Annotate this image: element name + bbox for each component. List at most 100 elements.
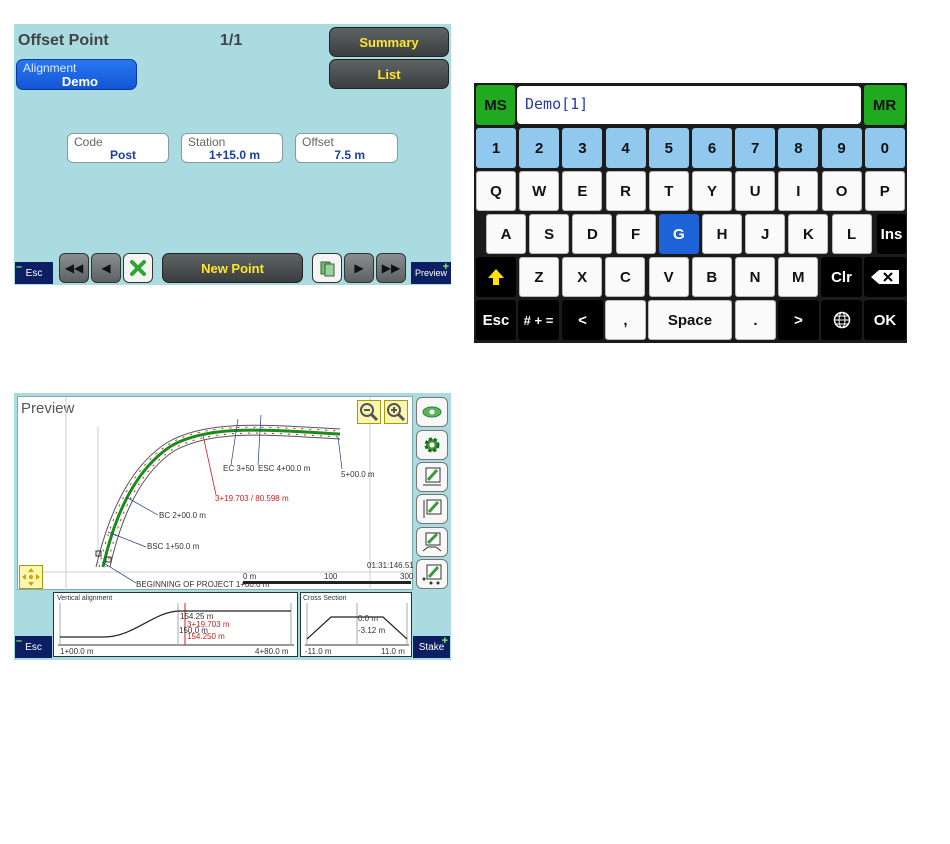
vertical-alignment-chart[interactable]: Vertical alignment 154.25 m 150.0 m 3+19… <box>53 592 298 657</box>
zoom-in-icon <box>387 403 406 422</box>
code-field[interactable]: Code Post <box>67 133 169 163</box>
cross-section-chart[interactable]: Cross Section 0.0 m -3.12 m -11.0 m 11.0… <box>300 592 412 657</box>
stake-button[interactable]: + Stake <box>413 636 450 658</box>
letter-key-w[interactable]: W <box>519 171 560 211</box>
language-key[interactable] <box>821 300 862 340</box>
number-key-6[interactable]: 6 <box>692 128 732 168</box>
alignment-map[interactable]: Preview EC 3+50 ESC 4+00.0 m 5+00.0 m 3+… <box>17 396 414 591</box>
edit-points-button[interactable] <box>416 559 448 589</box>
letter-key-y[interactable]: Y <box>692 171 732 211</box>
letter-key-s[interactable]: S <box>529 214 570 254</box>
copy-point-button[interactable] <box>312 253 342 283</box>
globe-icon <box>833 311 850 329</box>
last-point-button[interactable]: ▶▶ <box>376 253 406 283</box>
number-key-9[interactable]: 9 <box>821 128 862 168</box>
esc-key[interactable]: Esc <box>476 300 516 340</box>
cross-title: Cross Section <box>303 595 347 602</box>
double-left-arrow-icon: ◀◀ <box>64 261 84 275</box>
first-point-button[interactable]: ◀◀ <box>59 253 89 283</box>
cursor-right-key[interactable]: > <box>778 300 819 340</box>
letter-key-n[interactable]: N <box>735 257 775 297</box>
preview-esc-button[interactable]: – Esc <box>15 636 52 658</box>
letter-key-g[interactable]: G <box>658 214 699 254</box>
edit-horizontal-button[interactable] <box>416 462 448 492</box>
memory-store-key[interactable]: MS <box>476 85 515 125</box>
number-key-4[interactable]: 4 <box>605 128 646 168</box>
number-key-8[interactable]: 8 <box>778 128 819 168</box>
view-options-button[interactable] <box>416 397 448 427</box>
letter-key-r[interactable]: R <box>605 171 646 211</box>
letter-key-k[interactable]: K <box>788 214 829 254</box>
cursor-left-key[interactable]: < <box>562 300 603 340</box>
number-key-7[interactable]: 7 <box>735 128 776 168</box>
plus-icon: + <box>441 635 448 647</box>
station-value: 1+15.0 m <box>208 148 260 162</box>
number-key-2[interactable]: 2 <box>519 128 560 168</box>
stake-line <box>202 434 217 496</box>
number-key-0[interactable]: 0 <box>864 128 905 168</box>
backspace-key[interactable] <box>864 257 906 297</box>
page-title: Offset Point <box>18 32 109 49</box>
letter-key-h[interactable]: H <box>702 214 742 254</box>
period-key[interactable]: . <box>735 300 776 340</box>
letter-key-m[interactable]: M <box>778 257 819 297</box>
letter-key-v[interactable]: V <box>648 257 689 297</box>
space-key[interactable]: Space <box>648 300 732 340</box>
delete-point-button[interactable] <box>123 253 153 283</box>
cross-right-label: 11.0 m <box>381 647 405 656</box>
cross-left-label: -11.0 m <box>305 647 332 656</box>
letter-key-x[interactable]: X <box>562 257 603 297</box>
offset-point-panel: Offset Point 1/1 Summary List Alignment … <box>14 24 451 285</box>
insert-key[interactable]: Ins <box>877 214 906 254</box>
number-key-1[interactable]: 1 <box>476 128 516 168</box>
memory-recall-key[interactable]: MR <box>864 85 905 125</box>
list-button[interactable]: List <box>329 59 449 89</box>
edit-vertical-button[interactable] <box>416 494 448 524</box>
station-label: Station <box>188 135 226 149</box>
summary-button[interactable]: Summary <box>329 27 449 57</box>
letter-key-t[interactable]: T <box>648 171 689 211</box>
pan-button[interactable] <box>19 565 43 589</box>
edit-cross-section-button[interactable] <box>416 527 448 557</box>
scale-100-label: 100 <box>324 572 338 581</box>
edit-points-icon <box>422 564 442 585</box>
letter-key-u[interactable]: U <box>735 171 776 211</box>
letter-key-f[interactable]: F <box>615 214 656 254</box>
previous-point-button[interactable]: ◀ <box>91 253 121 283</box>
letter-key-i[interactable]: I <box>778 171 819 211</box>
settings-button[interactable] <box>416 430 448 460</box>
esc-label: Esc <box>25 267 43 279</box>
symbols-key[interactable]: # + = <box>518 300 559 340</box>
letter-key-l[interactable]: L <box>831 214 872 254</box>
zoom-out-button[interactable] <box>357 400 381 424</box>
new-point-button[interactable]: New Point <box>162 253 303 283</box>
ec-label: EC 3+50 <box>223 464 255 473</box>
letter-key-p[interactable]: P <box>864 171 905 211</box>
number-key-5[interactable]: 5 <box>648 128 689 168</box>
next-point-button[interactable]: ▶ <box>344 253 374 283</box>
alignment-selector[interactable]: Alignment Demo <box>16 59 137 90</box>
clear-key[interactable]: Clr <box>821 257 862 297</box>
letter-key-c[interactable]: C <box>605 257 646 297</box>
letter-key-o[interactable]: O <box>821 171 862 211</box>
ok-key[interactable]: OK <box>864 300 906 340</box>
letter-key-a[interactable]: A <box>486 214 526 254</box>
comma-key[interactable]: , <box>605 300 646 340</box>
letter-key-z[interactable]: Z <box>519 257 559 297</box>
esc4-label: ESC 4+00.0 m <box>258 464 311 473</box>
number-key-3[interactable]: 3 <box>562 128 603 168</box>
letter-key-q[interactable]: Q <box>476 171 516 211</box>
esc-button[interactable]: – Esc <box>15 262 53 284</box>
shift-key[interactable] <box>476 257 516 297</box>
text-input[interactable]: Demo[1] <box>517 86 861 124</box>
preview-button[interactable]: + Preview <box>411 262 451 284</box>
letter-key-d[interactable]: D <box>572 214 613 254</box>
offset-field[interactable]: Offset 7.5 m <box>295 133 398 163</box>
gear-icon <box>424 437 440 453</box>
backspace-icon <box>871 270 899 284</box>
letter-key-e[interactable]: E <box>562 171 603 211</box>
letter-key-b[interactable]: B <box>691 257 732 297</box>
letter-key-j[interactable]: J <box>745 214 786 254</box>
station-field[interactable]: Station 1+15.0 m <box>181 133 283 163</box>
zoom-in-button[interactable] <box>384 400 408 424</box>
